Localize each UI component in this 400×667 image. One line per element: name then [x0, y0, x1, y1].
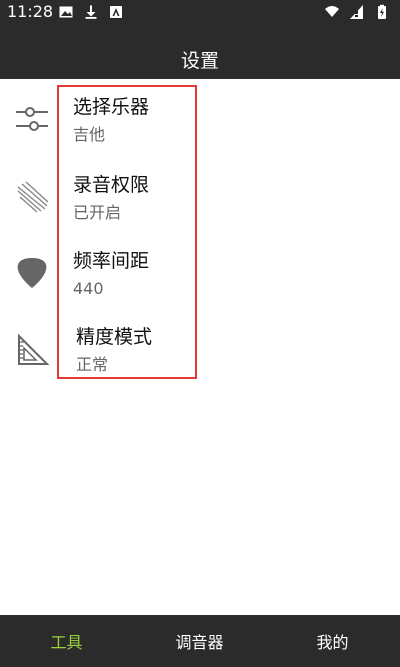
status-right-icons: [324, 4, 390, 20]
status-time: 11:28: [7, 2, 54, 21]
setting-title: 精度模式: [76, 326, 153, 348]
tab-tuner[interactable]: 调音器: [133, 615, 266, 667]
a-box-icon: [110, 6, 122, 18]
download-icon: [85, 5, 97, 19]
setting-title: 频率间距: [73, 250, 150, 272]
sliders-icon[interactable]: [12, 99, 52, 139]
setting-title: 录音权限: [73, 174, 150, 196]
page-title: 设置: [180, 50, 219, 72]
bottom-nav: 工具 调音器 我的: [0, 615, 400, 667]
setting-precision-mode[interactable]: 精度模式 正常: [59, 317, 197, 387]
setting-select-instrument[interactable]: 选择乐器 吉他: [59, 87, 197, 157]
tab-tools[interactable]: 工具: [0, 615, 133, 667]
setting-value: 440: [73, 279, 104, 298]
setting-title: 选择乐器: [73, 96, 150, 118]
lines-icon[interactable]: [12, 177, 52, 217]
status-left-icons: [58, 4, 124, 20]
battery-icon: [378, 4, 386, 19]
setting-record-permission[interactable]: 录音权限 已开启: [59, 165, 197, 235]
settings-group: 选择乐器 吉他 录音权限 已开启 频率间距 440 精度模式 正常: [57, 85, 197, 379]
image-icon: [59, 6, 73, 18]
settings-content: 选择乐器 吉他 录音权限 已开启 频率间距 440 精度模式 正常: [0, 79, 400, 615]
signal-icon: [350, 5, 363, 19]
status-bar: 11:28: [0, 0, 400, 24]
setting-value: 已开启: [73, 203, 122, 222]
guitar-pick-icon[interactable]: [12, 252, 52, 292]
setting-value: 吉他: [73, 125, 106, 144]
setting-frequency-spacing[interactable]: 频率间距 440: [59, 241, 197, 311]
setting-value: 正常: [76, 355, 109, 374]
tab-mine[interactable]: 我的: [266, 615, 399, 667]
triangle-ruler-icon[interactable]: [12, 330, 52, 370]
wifi-icon: [325, 6, 339, 17]
app-bar: 设置: [0, 24, 400, 79]
